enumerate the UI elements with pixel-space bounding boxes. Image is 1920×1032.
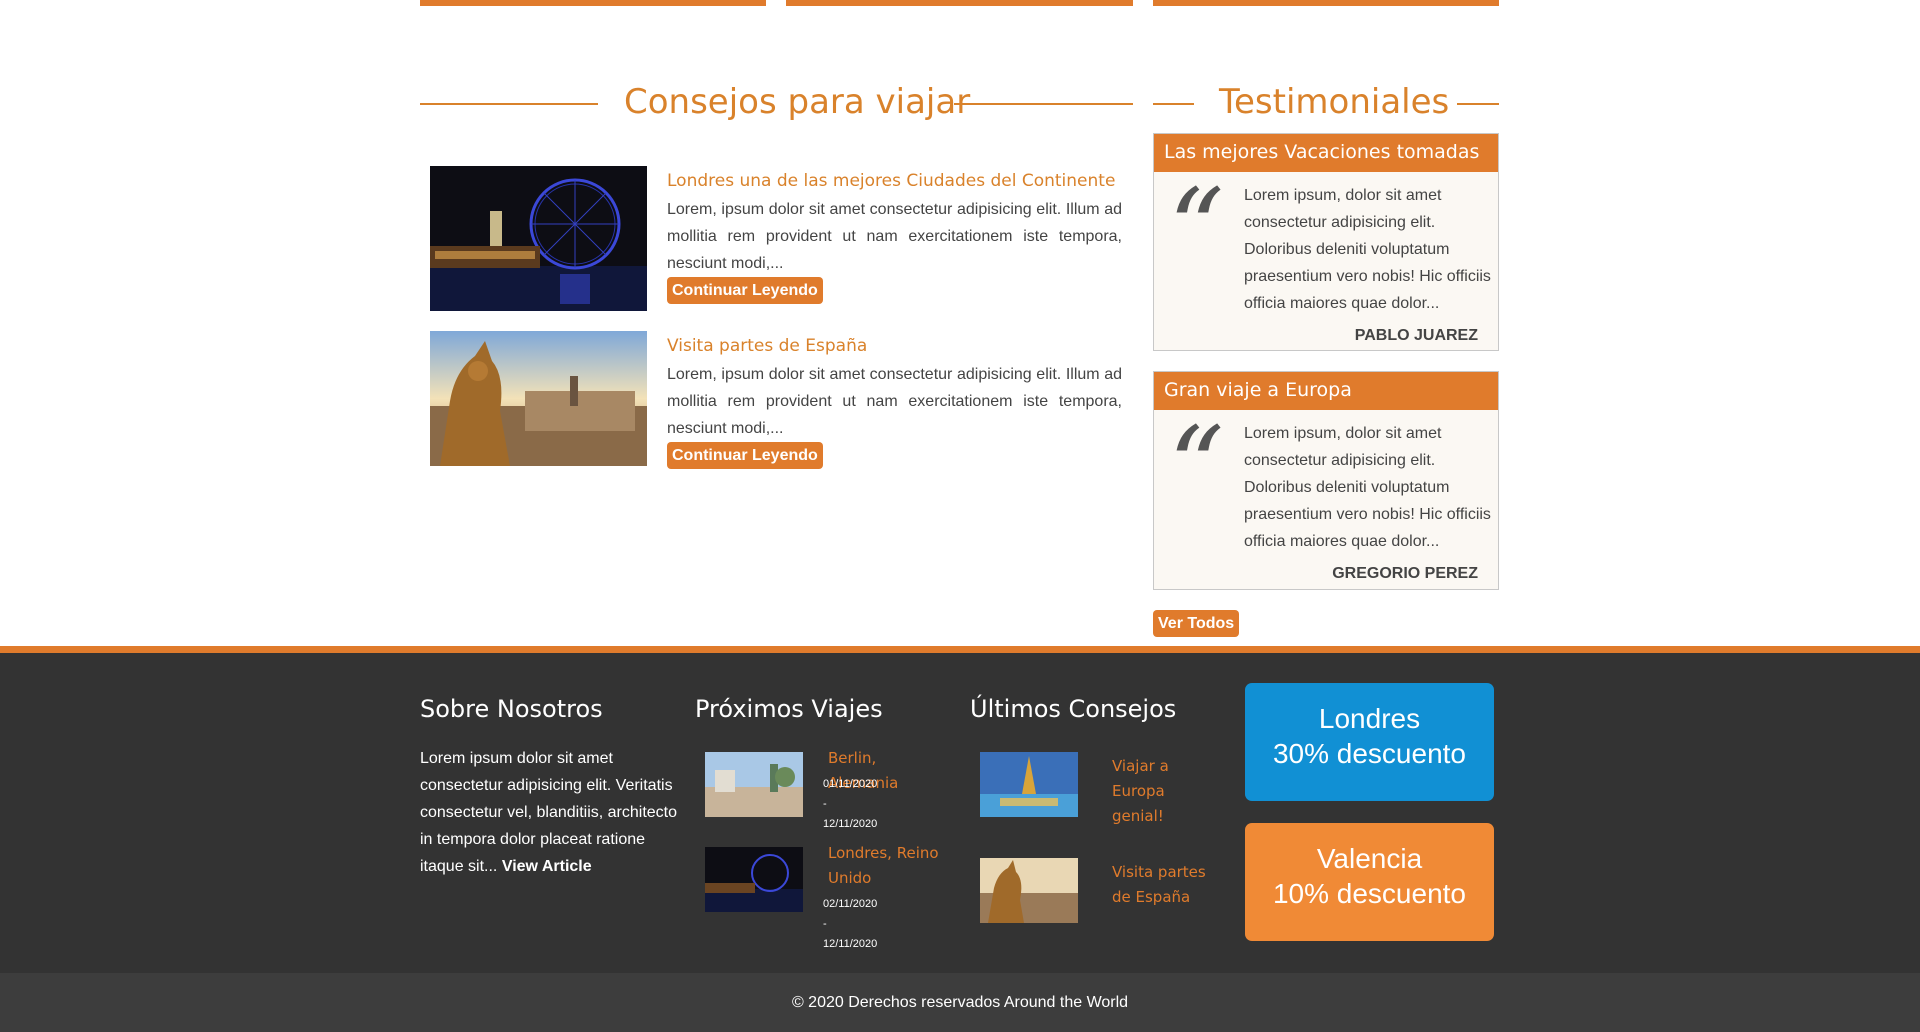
promo-discount: 10% descuento — [1272, 878, 1467, 909]
about-us-excerpt: Lorem ipsum dolor sit amet consectetur a… — [420, 750, 678, 875]
upcoming-trips-title: Próximos Viajes — [695, 695, 883, 723]
title-divider — [1457, 103, 1499, 105]
trip-dates: 01/11/2020 - 12/11/2020 — [823, 774, 923, 834]
article-title-link[interactable]: Visita partes de España — [667, 335, 1122, 357]
gargoyle-photo[interactable] — [980, 858, 1078, 923]
continue-reading-button[interactable]: Continuar Leyendo — [667, 442, 823, 469]
promo-discount: 30% descuento — [1272, 738, 1467, 769]
quote-icon: “ — [1168, 165, 1225, 293]
title-divider — [954, 103, 1133, 105]
trip-start-date: 01/11/2020 — [823, 778, 878, 790]
tips-section-title: Consejos para viajar — [624, 82, 971, 122]
article-title-link[interactable]: Londres una de las mejores Ciudades del … — [667, 170, 1122, 192]
view-article-link[interactable]: View Article — [502, 858, 592, 875]
testimonial-author: GREGORIO PEREZ — [1332, 565, 1478, 582]
trip-destination-link[interactable]: Londres, Reino Unido — [828, 841, 948, 891]
trip-start-date: 02/11/2020 — [823, 898, 878, 910]
trip-date-separator: - — [823, 918, 827, 930]
title-divider — [1153, 103, 1194, 105]
testimonial-text: Lorem ipsum, dolor sit amet consectetur … — [1244, 187, 1491, 312]
copyright-bar: © 2020 Derechos reservados Around the Wo… — [0, 973, 1920, 1032]
trip-dates: 02/11/2020 - 12/11/2020 — [823, 894, 923, 954]
trip-end-date: 12/11/2020 — [823, 818, 878, 830]
eiffel-tower-photo[interactable] — [980, 752, 1078, 817]
london-promo-banner[interactable]: Londres 30% descuento — [1245, 683, 1494, 801]
about-us-title: Sobre Nosotros — [420, 695, 603, 723]
promo-city: Valencia — [1316, 843, 1423, 874]
promo-city: Londres — [1318, 703, 1421, 734]
testimonial-card: Gran viaje a Europa “ Lorem ipsum, dolor… — [1153, 371, 1499, 590]
top-bar — [420, 0, 766, 6]
article-card: Visita partes de España Lorem, ipsum dol… — [430, 331, 1122, 469]
title-divider — [420, 103, 598, 105]
latest-tips-title: Últimos Consejos — [970, 695, 1177, 723]
top-bar — [1153, 0, 1499, 6]
tip-title-link[interactable]: Viajar a Europa genial! — [1112, 754, 1212, 829]
trip-date-separator: - — [823, 798, 827, 810]
london-photo[interactable] — [705, 847, 803, 912]
article-excerpt: Lorem, ipsum dolor sit amet consectetur … — [667, 201, 1122, 272]
testimonials-section-title: Testimoniales — [1219, 82, 1450, 122]
tip-title-link[interactable]: Visita partes de España — [1112, 860, 1212, 910]
testimonial-card: Las mejores Vacaciones tomadas “ Lorem i… — [1153, 133, 1499, 351]
berlin-photo[interactable] — [705, 752, 803, 817]
top-bar — [786, 0, 1133, 6]
trip-end-date: 12/11/2020 — [823, 938, 878, 950]
top-decorative-bars — [420, 0, 1499, 6]
london-eye-photo[interactable] — [430, 166, 647, 311]
article-card: Londres una de las mejores Ciudades del … — [430, 166, 1122, 311]
site-footer: Sobre Nosotros Lorem ipsum dolor sit ame… — [0, 646, 1920, 1032]
about-us-text: Lorem ipsum dolor sit amet consectetur a… — [420, 745, 680, 880]
gargoyle-paris-photo[interactable] — [430, 331, 647, 466]
article-excerpt: Lorem, ipsum dolor sit amet consectetur … — [667, 366, 1122, 437]
testimonial-author: PABLO JUAREZ — [1354, 327, 1478, 344]
see-all-button[interactable]: Ver Todos — [1153, 610, 1240, 637]
valencia-promo-banner[interactable]: Valencia 10% descuento — [1245, 823, 1494, 941]
quote-icon: “ — [1168, 403, 1225, 531]
testimonial-text: Lorem ipsum, dolor sit amet consectetur … — [1244, 425, 1491, 550]
continue-reading-button[interactable]: Continuar Leyendo — [667, 277, 823, 304]
